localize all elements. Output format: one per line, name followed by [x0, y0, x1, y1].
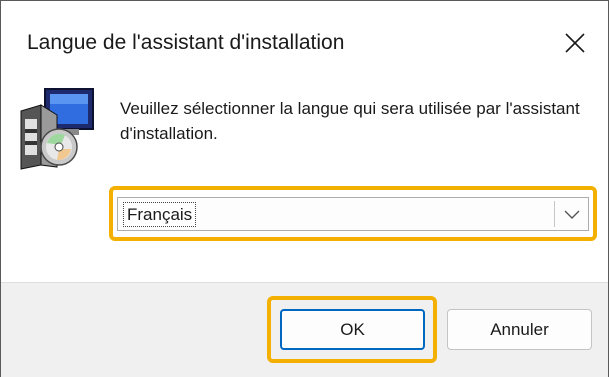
close-icon — [565, 33, 585, 53]
chevron-down-icon[interactable] — [563, 208, 581, 220]
select-divider — [554, 201, 555, 227]
title-bar: Langue de l'assistant d'installation — [1, 1, 608, 85]
installer-language-dialog: Langue de l'assistant d'installation Veu… — [0, 0, 609, 377]
instruction-text: Veuillez sélectionner la langue qui sera… — [120, 99, 580, 143]
window-title: Langue de l'assistant d'installation — [27, 31, 345, 54]
cancel-button[interactable]: Annuler — [447, 309, 592, 350]
language-select-value: Français — [123, 202, 197, 227]
setup-installer-icon — [20, 88, 94, 170]
language-select[interactable]: Français — [117, 197, 589, 231]
ok-button[interactable]: OK — [280, 309, 425, 350]
close-button[interactable] — [553, 23, 597, 63]
